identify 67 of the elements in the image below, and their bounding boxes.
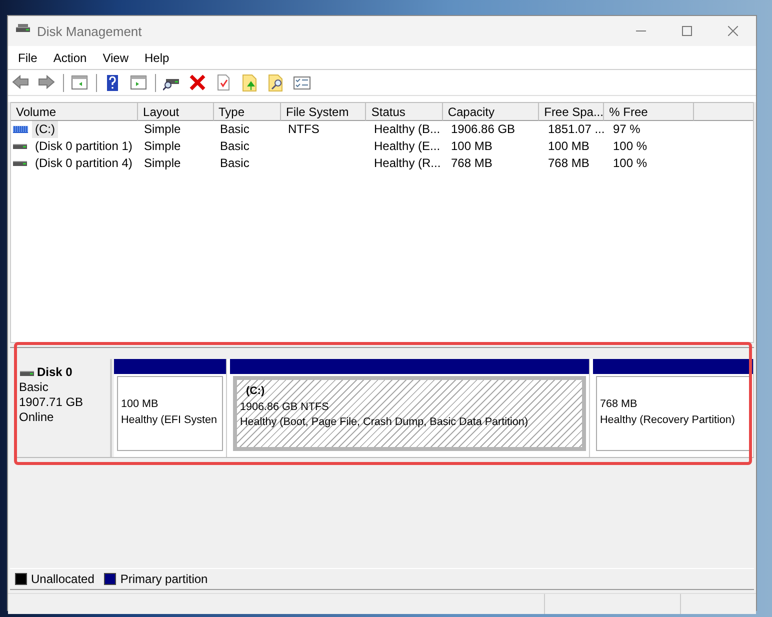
column-header[interactable]: Capacity: [442, 102, 540, 121]
back-arrow-icon: [12, 74, 30, 92]
column-header[interactable]: Volume: [11, 102, 138, 121]
column-header[interactable]: % Free: [604, 102, 694, 121]
partition-size: 1906.86 GB NTFS: [240, 400, 330, 414]
column-header[interactable]: Status: [366, 102, 443, 121]
folder-search-icon: [267, 74, 285, 92]
drive-label[interactable]: (C:): [32, 121, 58, 138]
column-header[interactable]: Type: [214, 102, 282, 121]
menu-item[interactable]: Help: [136, 50, 178, 64]
legend-label: Unallocated: [31, 572, 94, 586]
table-cell: Basic: [220, 121, 250, 138]
table-cell: 768 MB: [451, 155, 492, 172]
table-cell: 1851.07 ...: [548, 121, 605, 138]
table-cell: 97 %: [613, 121, 640, 138]
partition-block[interactable]: 100 MB Healthy (EFI Systen: [114, 359, 227, 457]
disk-name: Disk 0: [37, 365, 72, 380]
menu-item[interactable]: Action: [45, 50, 95, 64]
drive-label[interactable]: (Disk 0 partition 4): [32, 155, 136, 172]
drive-icon: [12, 158, 29, 169]
table-cell: 100 MB: [548, 138, 590, 155]
column-header[interactable]: Layout: [138, 102, 214, 121]
drive-label[interactable]: (Disk 0 partition 1): [32, 138, 136, 155]
table-cell: 100 %: [613, 155, 648, 172]
column-header[interactable]: Free Spa...: [539, 102, 604, 121]
table-cell: 100 MB: [451, 138, 492, 155]
menu-item[interactable]: View: [94, 50, 136, 64]
table-cell: Simple: [144, 138, 181, 155]
table-cell: Basic: [220, 155, 250, 172]
menu-item[interactable]: File: [10, 50, 46, 64]
delete-icon: [189, 74, 207, 92]
window-title: Disk Management: [37, 24, 143, 38]
partition-block[interactable]: 768 MB Healthy (Recovery Partition): [593, 359, 754, 457]
table-cell: 1906.86 GB: [451, 121, 516, 138]
partition-block[interactable]: (C:) 1906.86 GB NTFS Healthy (Boot, Page File, Crash Dump, Basic Data Partition): [230, 359, 590, 457]
partition-status: Healthy (Boot, Page File, Crash Dump, Basic Data Partition): [240, 415, 530, 430]
table-cell: Healthy (R...: [374, 155, 441, 172]
disk-status: Online: [19, 410, 55, 425]
column-header[interactable]: File System: [281, 102, 366, 121]
disk-size: 1907.71 GB: [19, 395, 84, 410]
table-cell: 100 %: [613, 138, 648, 155]
striped-volume-icon: [12, 124, 29, 135]
panel-window-button[interactable]: [129, 72, 149, 92]
disk-type: Basic: [19, 380, 50, 395]
partition-size: 100 MB: [121, 397, 160, 412]
panel-window-icon: [130, 74, 148, 92]
table-cell: Simple: [144, 155, 181, 172]
partition-size: 768 MB: [600, 397, 638, 412]
delete-button[interactable]: [188, 72, 208, 92]
table-cell: Healthy (B...: [374, 121, 440, 138]
table-cell: Healthy (E...: [374, 138, 440, 155]
partition-label: (C:): [245, 384, 266, 399]
legend-label: Primary partition: [120, 572, 208, 586]
drive-icon: [12, 141, 29, 152]
partition-status: Healthy (EFI Systen: [121, 412, 218, 428]
table-cell: Basic: [220, 138, 250, 155]
checklist-icon: [293, 74, 311, 92]
panel-window-icon: [71, 74, 89, 92]
forward-arrow-icon: [38, 74, 56, 92]
table-cell: 768 MB: [548, 155, 590, 172]
maximize-icon: [682, 26, 692, 36]
table-cell: Simple: [144, 121, 181, 138]
close-icon: [728, 26, 738, 36]
folder-up-icon: [241, 74, 259, 92]
partition-status: Healthy (Recovery Partition): [600, 412, 736, 428]
table-cell: NTFS: [288, 121, 320, 138]
panel-window-button[interactable]: [70, 72, 90, 92]
